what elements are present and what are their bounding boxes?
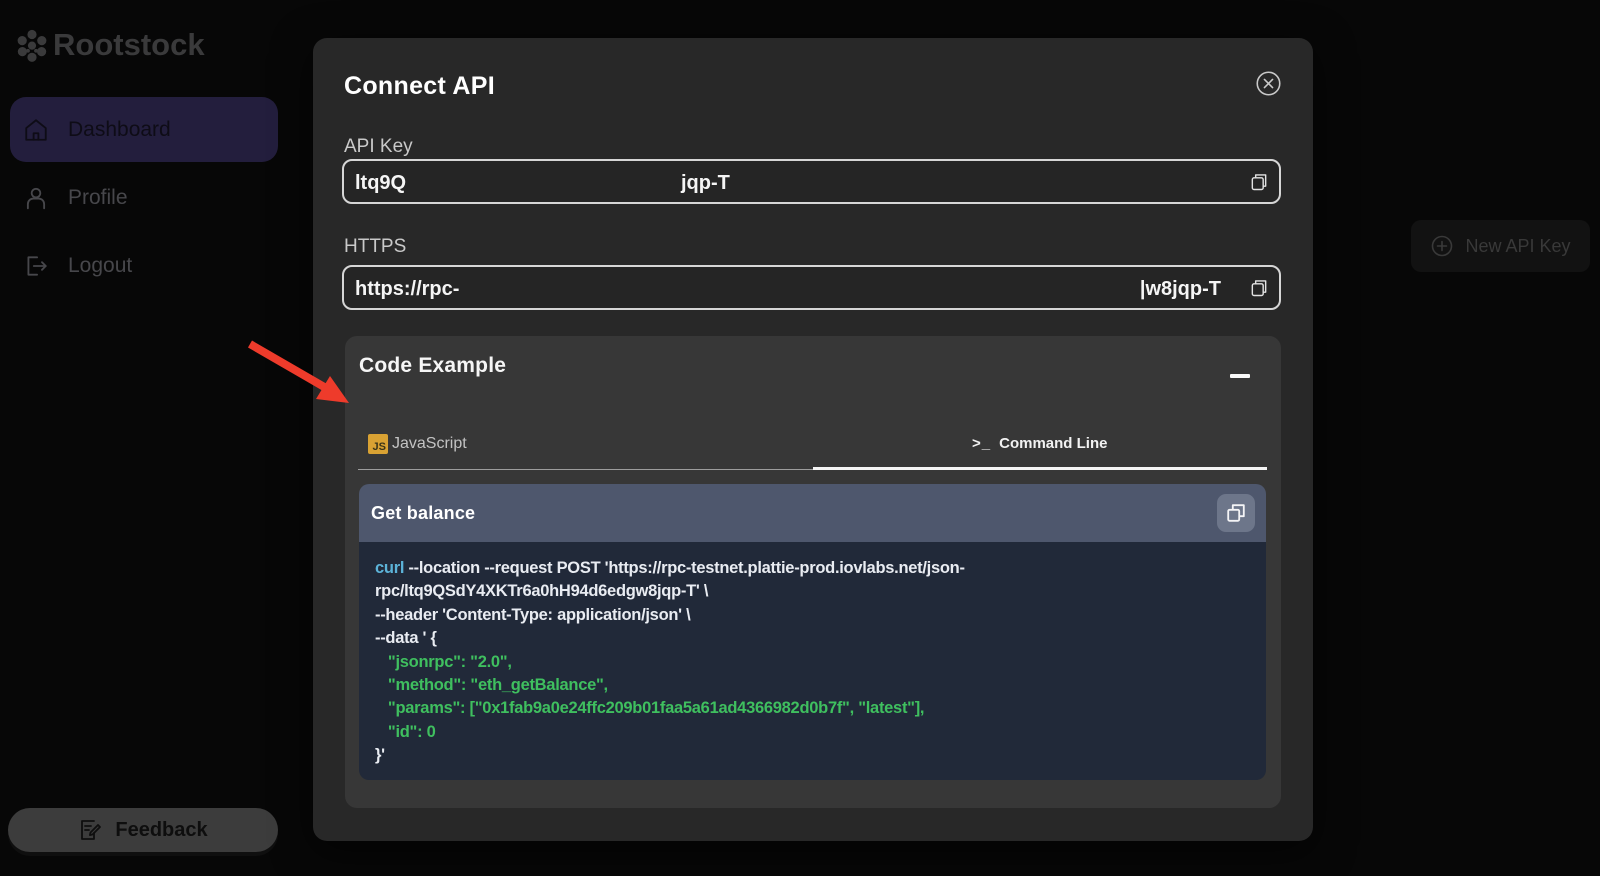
code-line: --data ' { bbox=[375, 627, 1250, 650]
tab-javascript-label: JavaScript bbox=[392, 435, 467, 453]
user-icon bbox=[23, 185, 49, 211]
feedback-label: Feedback bbox=[115, 819, 207, 842]
api-key-value-end: jqp-T bbox=[681, 172, 730, 195]
tab-javascript[interactable]: JS JavaScript bbox=[358, 428, 813, 470]
https-value-start: https://rpc- bbox=[344, 278, 459, 301]
code-segment: "method": "eth_getBalance", bbox=[375, 676, 608, 694]
sidebar-item-label: Logout bbox=[68, 254, 132, 278]
rootstock-logo-icon bbox=[16, 28, 48, 62]
code-line: "jsonrpc": "2.0", bbox=[375, 651, 1250, 674]
tab-command-line-label: Command Line bbox=[999, 435, 1107, 452]
plus-circle-icon bbox=[1430, 234, 1454, 258]
javascript-icon: JS bbox=[368, 434, 388, 454]
new-api-key-label: New API Key bbox=[1465, 236, 1570, 257]
close-icon[interactable] bbox=[1255, 70, 1282, 97]
code-line: "method": "eth_getBalance", bbox=[375, 674, 1250, 697]
https-label: HTTPS bbox=[344, 236, 406, 258]
code-segment: --data ' { bbox=[375, 629, 437, 647]
logo-text: Rootstock bbox=[53, 27, 205, 63]
code-segment: "params": ["0x1fab9a0e24ffc209b01faa5a61… bbox=[375, 699, 924, 717]
code-line: rpc/ltq9QSdY4XKTr6a0hH94d6edgw8jqp-T' \ bbox=[375, 580, 1250, 603]
https-value-end: |w8jqp-T bbox=[1140, 278, 1221, 301]
api-key-value-start: ltq9Q bbox=[344, 172, 406, 195]
https-input[interactable]: https://rpc- |w8jqp-T bbox=[342, 265, 1281, 310]
terminal-icon: >_ bbox=[972, 435, 991, 452]
sidebar-item-profile[interactable]: Profile bbox=[10, 165, 278, 230]
rootstock-logo: Rootstock bbox=[16, 27, 205, 63]
copy-icon[interactable] bbox=[1249, 278, 1269, 298]
new-api-key-button[interactable]: New API Key bbox=[1411, 220, 1590, 272]
code-example-tabs: JS JavaScript >_ Command Line bbox=[358, 428, 1267, 470]
sidebar-item-dashboard[interactable]: Dashboard bbox=[10, 97, 278, 162]
code-segment: curl bbox=[375, 559, 408, 577]
code-segment: "id": 0 bbox=[375, 723, 436, 741]
copy-code-button[interactable] bbox=[1217, 494, 1255, 532]
code-line: curl --location --request POST 'https://… bbox=[375, 557, 1250, 580]
copy-icon[interactable] bbox=[1249, 172, 1269, 192]
code-line: "params": ["0x1fab9a0e24ffc209b01faa5a61… bbox=[375, 697, 1250, 720]
code-segment: --location --request POST 'https://rpc-t… bbox=[408, 559, 964, 577]
code-snippet-panel: Get balance curl --location --request PO… bbox=[359, 484, 1266, 780]
feedback-icon bbox=[78, 818, 102, 842]
modal-title: Connect API bbox=[344, 72, 495, 101]
logout-icon bbox=[23, 253, 49, 279]
code-segment: "jsonrpc": "2.0", bbox=[375, 653, 512, 671]
code-example-card: Code Example JS JavaScript >_ Command Li… bbox=[345, 336, 1281, 808]
sidebar-item-label: Dashboard bbox=[68, 118, 171, 142]
code-line: "id": 0 bbox=[375, 721, 1250, 744]
api-key-input[interactable]: ltq9Q jqp-T bbox=[342, 159, 1281, 204]
code-segment: }' bbox=[375, 746, 385, 764]
code-line: }' bbox=[375, 744, 1250, 767]
collapse-icon[interactable] bbox=[1230, 374, 1250, 378]
api-key-label: API Key bbox=[344, 136, 413, 158]
code-segment: --header 'Content-Type: application/json… bbox=[375, 606, 690, 624]
snippet-title: Get balance bbox=[371, 503, 475, 524]
code-snippet-header: Get balance bbox=[359, 484, 1266, 542]
feedback-button[interactable]: Feedback bbox=[8, 808, 278, 852]
code-example-title: Code Example bbox=[359, 354, 506, 378]
code-segment: rpc/ltq9QSdY4XKTr6a0hH94d6edgw8jqp-T' \ bbox=[375, 582, 708, 600]
sidebar-item-label: Profile bbox=[68, 186, 128, 210]
tab-command-line[interactable]: >_ Command Line bbox=[813, 428, 1268, 470]
code-line: --header 'Content-Type: application/json… bbox=[375, 604, 1250, 627]
code-block[interactable]: curl --location --request POST 'https://… bbox=[359, 542, 1266, 780]
sidebar-item-logout[interactable]: Logout bbox=[10, 233, 278, 298]
connect-api-modal: Connect API API Key ltq9Q jqp-T HTTPS ht… bbox=[313, 38, 1313, 841]
home-icon bbox=[23, 117, 49, 143]
